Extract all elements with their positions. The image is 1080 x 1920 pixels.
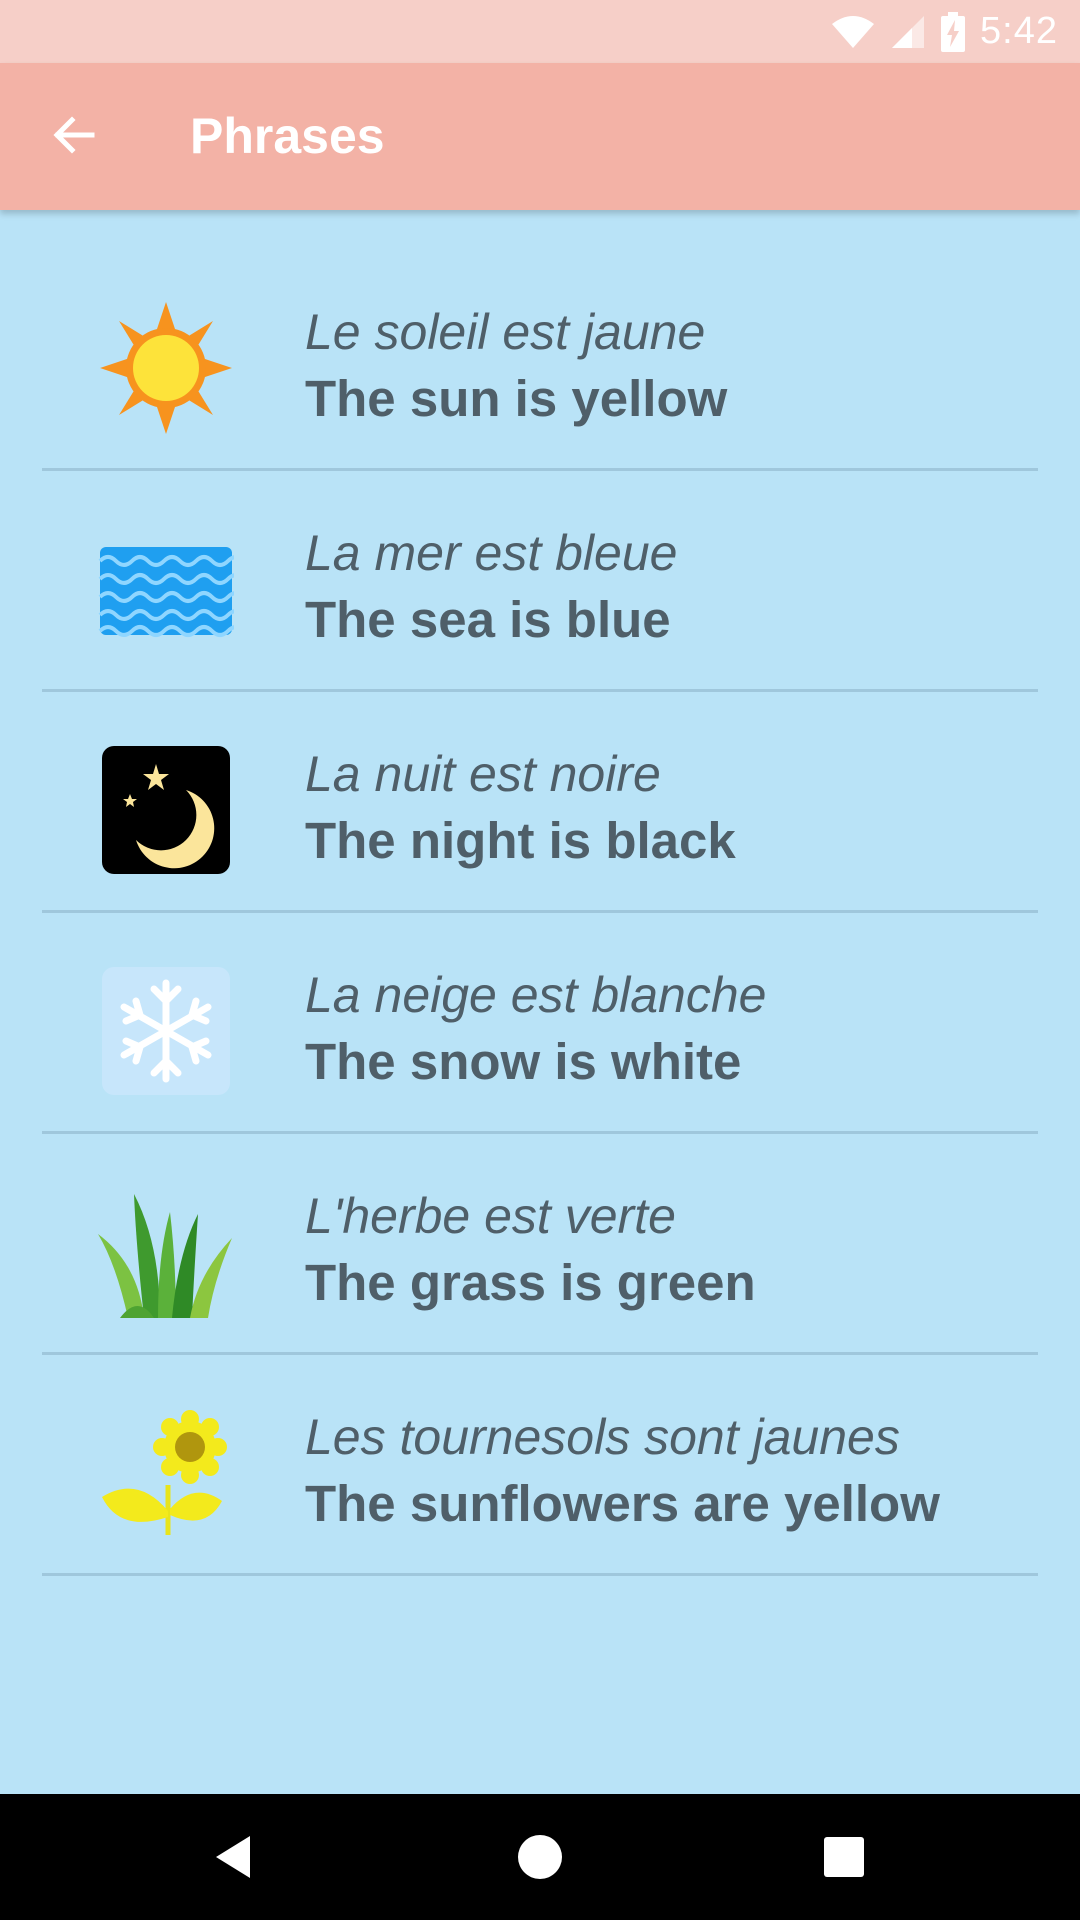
phrase-text: La neige est blanche The snow is white <box>305 963 766 1097</box>
status-time: 5:42 <box>980 10 1058 52</box>
phrase-english: The sunflowers are yellow <box>305 1475 940 1532</box>
list-item[interactable]: La mer est bleue The sea is blue <box>0 471 1080 692</box>
phrase-english: The sun is yellow <box>305 370 728 427</box>
phrases-screen: 5:42 Phrases Le soleil est jaune The sun… <box>0 0 1080 1920</box>
phrase-french: L'herbe est verte <box>305 1188 676 1244</box>
phrase-text: La mer est bleue The sea is blue <box>305 521 677 655</box>
status-bar: 5:42 <box>0 0 1080 63</box>
page-title: Phrases <box>190 108 385 164</box>
phrase-english: The sea is blue <box>305 591 671 648</box>
grass-icon <box>98 1184 234 1320</box>
navigation-bar <box>0 1794 1080 1920</box>
sun-icon <box>98 300 234 436</box>
phrase-french: La mer est bleue <box>305 525 678 581</box>
phrase-text: Les tournesols sont jaunes The sunflower… <box>305 1405 940 1539</box>
phrase-english: The snow is white <box>305 1033 742 1090</box>
phrase-english: The night is black <box>305 812 736 869</box>
phrase-french: La neige est blanche <box>305 967 767 1023</box>
phrase-french: La nuit est noire <box>305 746 661 802</box>
nav-home-button[interactable] <box>505 1822 575 1892</box>
list-item[interactable]: Le soleil est jaune The sun is yellow <box>0 250 1080 471</box>
nav-back-button[interactable] <box>200 1822 270 1892</box>
phrase-text: La nuit est noire The night is black <box>305 742 736 876</box>
snowflake-icon <box>98 963 234 1099</box>
nav-home-icon <box>518 1835 562 1879</box>
divider <box>42 1573 1038 1576</box>
list-item[interactable]: La neige est blanche The snow is white <box>0 913 1080 1134</box>
nav-recents-icon <box>824 1837 864 1877</box>
list-item[interactable]: Les tournesols sont jaunes The sunflower… <box>0 1355 1080 1576</box>
status-icons: 5:42 <box>830 0 1058 63</box>
phrase-english: The grass is green <box>305 1254 756 1311</box>
nav-back-icon <box>216 1836 250 1878</box>
arrow-back-icon <box>53 116 95 154</box>
phrase-french: Le soleil est jaune <box>305 304 706 360</box>
phrase-french: Les tournesols sont jaunes <box>305 1409 900 1465</box>
wifi-icon <box>832 15 875 48</box>
battery-charging-icon <box>941 11 966 52</box>
sunflower-icon <box>98 1405 234 1541</box>
phrase-text: L'herbe est verte The grass is green <box>305 1184 756 1318</box>
list-item[interactable]: L'herbe est verte The grass is green <box>0 1134 1080 1355</box>
water-waves-icon <box>98 521 234 657</box>
phrase-list: Le soleil est jaune The sun is yellow La… <box>0 250 1080 1576</box>
cell-signal-icon <box>892 15 925 48</box>
list-item[interactable]: La nuit est noire The night is black <box>0 692 1080 913</box>
back-button[interactable] <box>26 87 122 183</box>
phrase-text: Le soleil est jaune The sun is yellow <box>305 300 727 434</box>
night-moon-icon <box>98 742 234 878</box>
nav-recents-button[interactable] <box>809 1822 879 1892</box>
app-bar: Phrases <box>0 63 1080 210</box>
